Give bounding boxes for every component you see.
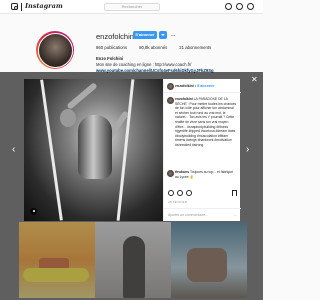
- share-icon[interactable]: [186, 190, 192, 196]
- header-follow-link[interactable]: S'abonner: [197, 84, 214, 88]
- caption-text: LA PARADOXE DE LA SÈCHE : Pour mettre to…: [175, 97, 237, 147]
- thumbnail-person: [187, 248, 227, 282]
- avatar: [37, 32, 73, 68]
- post-author-username[interactable]: enzofolkini: [175, 84, 194, 88]
- close-icon[interactable]: ✕: [251, 75, 258, 84]
- post-header: enzofolkini • S'abonner: [164, 79, 241, 93]
- post-date: 28 FÉVRIER: [168, 200, 188, 204]
- post-author: enzofolkini • S'abonner: [175, 84, 214, 88]
- search-input[interactable]: Rechercher: [104, 3, 160, 11]
- rope-right: [116, 79, 135, 221]
- profile-stats: 860 publications 80,8k abonnés 21 abonne…: [96, 45, 211, 50]
- previous-post-arrow-icon[interactable]: ‹: [12, 144, 15, 155]
- heart-icon[interactable]: [168, 190, 174, 196]
- followers-count[interactable]: 80,8k abonnés: [139, 45, 167, 50]
- post-thumbnail-portrait[interactable]: [95, 222, 171, 298]
- comment-options-icon[interactable]: ...: [234, 212, 237, 217]
- follow-button[interactable]: S'abonner: [133, 31, 157, 39]
- comment-username[interactable]: thvdoms: [175, 170, 189, 174]
- post-actions: [168, 189, 238, 197]
- instagram-camera-icon[interactable]: [11, 3, 18, 10]
- post-modal: enzofolkini • S'abonner enzofolkini LA P…: [24, 79, 241, 221]
- next-post-arrow-icon[interactable]: ›: [246, 144, 249, 155]
- top-navigation-bar: Instagram Rechercher: [0, 0, 263, 14]
- post-side-panel: enzofolkini • S'abonner enzofolkini LA P…: [163, 79, 241, 221]
- thumbnail-raft: [23, 268, 89, 282]
- posts-count: 860 publications: [96, 45, 128, 50]
- explore-icon[interactable]: [225, 3, 232, 10]
- logo-divider: [21, 3, 22, 11]
- avatar[interactable]: [167, 97, 174, 104]
- suggestions-dropdown-button[interactable]: [159, 31, 167, 39]
- athlete-head: [60, 109, 76, 127]
- comment-item: thvdoms Toujours au top... et fabriqué a…: [175, 170, 237, 179]
- profile-icon[interactable]: [247, 3, 254, 10]
- post-thumbnail-outdoor[interactable]: [171, 222, 247, 298]
- post-thumbnail-raft[interactable]: [19, 222, 95, 298]
- profile-bio: Mon site de coaching en ligne : http://w…: [96, 62, 192, 67]
- header-separator: •: [194, 83, 197, 88]
- more-options-icon[interactable]: ...: [171, 32, 175, 38]
- comment-icon[interactable]: [177, 190, 183, 196]
- profile-full-name: Enzo Folchini: [96, 56, 124, 61]
- bookmark-icon[interactable]: [232, 190, 237, 196]
- profile-username: enzofolchini: [96, 32, 136, 41]
- add-comment-bar: Ajouter un commentaire... ...: [164, 208, 241, 221]
- rope-left: [40, 79, 63, 221]
- athlete-torso: [78, 115, 112, 179]
- post-caption: enzofolkini LA PARADOXE DE LA SÈCHE : Po…: [175, 97, 237, 148]
- instagram-logo[interactable]: Instagram: [25, 2, 63, 10]
- thumbnail-person: [123, 236, 145, 298]
- arm-upper: [66, 82, 98, 110]
- user-tag-icon[interactable]: [30, 208, 37, 215]
- post-image[interactable]: [24, 79, 163, 221]
- avatar[interactable]: [167, 170, 174, 177]
- comment-input[interactable]: Ajouter un commentaire...: [168, 213, 208, 217]
- activity-heart-icon[interactable]: [236, 3, 243, 10]
- profile-avatar-ring[interactable]: [36, 31, 74, 69]
- following-count[interactable]: 21 abonnements: [179, 45, 211, 50]
- caption-username[interactable]: enzofolkini: [175, 97, 193, 101]
- avatar[interactable]: [167, 82, 174, 90]
